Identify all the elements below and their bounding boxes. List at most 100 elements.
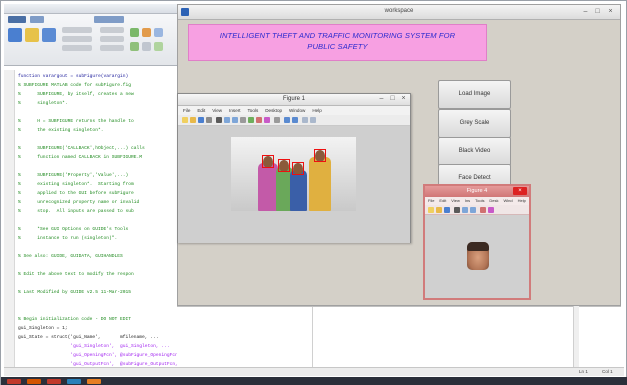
- code-line[interactable]: % Last Modified by GUIDE v2.5 11-Mar-201…: [18, 290, 131, 296]
- new-icon[interactable]: [8, 28, 22, 42]
- run-time-icon[interactable]: [154, 42, 163, 51]
- taskbar-app-icon[interactable]: [27, 379, 41, 384]
- code-line[interactable]: % SUBFIGURE MATLAB code for subFigure.fi…: [18, 83, 131, 89]
- code-line[interactable]: % applied to the GUI before subFigure: [18, 191, 134, 197]
- pointer-icon[interactable]: [454, 207, 460, 213]
- menu-insert[interactable]: Ins: [465, 197, 470, 205]
- print-button[interactable]: [62, 45, 92, 51]
- code-line[interactable]: % Edit the above text to modify the resp…: [18, 272, 134, 278]
- colorbar-icon[interactable]: [284, 117, 290, 123]
- code-line[interactable]: % *See GUI Options on GUIDE's Tools: [18, 227, 128, 233]
- advance-icon[interactable]: [142, 42, 151, 51]
- code-line[interactable]: % SUBFIGURE('CALLBACK',hObject,...) call…: [18, 146, 145, 152]
- menu-insert[interactable]: Insert: [229, 106, 241, 115]
- run-icon[interactable]: [130, 28, 139, 37]
- menu-view[interactable]: View: [451, 197, 460, 205]
- code-line[interactable]: % SUBFIGURE, by itself, creates a new: [18, 92, 134, 98]
- pan-icon[interactable]: [240, 117, 246, 123]
- maximize-icon[interactable]: □: [388, 95, 397, 103]
- pointer-icon[interactable]: [216, 117, 222, 123]
- menu-window[interactable]: Window: [289, 106, 305, 115]
- code-line[interactable]: % H = SUBFIGURE returns the handle to: [18, 119, 134, 125]
- taskbar-app-icon[interactable]: [67, 379, 81, 384]
- run-section-icon[interactable]: [130, 42, 139, 51]
- code-line[interactable]: % SUBFIGURE('Property','Value',...): [18, 173, 128, 179]
- close-icon[interactable]: ×: [513, 187, 527, 195]
- hide-tools-icon[interactable]: [302, 117, 308, 123]
- compare-button[interactable]: [62, 36, 92, 42]
- menu-tools[interactable]: Tools: [475, 197, 484, 205]
- open-icon[interactable]: [190, 117, 196, 123]
- code-line[interactable]: % function named CALLBACK in SUBFIGURE.M: [18, 155, 142, 161]
- code-line[interactable]: 'gui_OpeningFcn', @subFigure_OpeningFcn,…: [18, 353, 181, 359]
- menu-desktop[interactable]: Desktop: [265, 106, 282, 115]
- menu-desktop[interactable]: Desk: [489, 197, 498, 205]
- brush-icon[interactable]: [488, 207, 494, 213]
- menu-edit[interactable]: Edit: [197, 106, 205, 115]
- code-line[interactable]: % unrecognized property name or invalid: [18, 200, 139, 206]
- menu-help[interactable]: Help: [518, 197, 526, 205]
- code-line[interactable]: % instance to run (singleton)".: [18, 236, 117, 242]
- menu-tools[interactable]: Tools: [248, 106, 259, 115]
- menu-file[interactable]: File: [428, 197, 434, 205]
- close-icon[interactable]: ×: [399, 95, 408, 103]
- comment-button[interactable]: [100, 36, 124, 42]
- zoom-out-icon[interactable]: [470, 207, 476, 213]
- code-line[interactable]: % See also: GUIDE, GUIDATA, GUIHANDLES: [18, 254, 123, 260]
- maximize-icon[interactable]: □: [593, 8, 602, 16]
- link-icon[interactable]: [274, 117, 280, 123]
- command-window[interactable]: [177, 306, 621, 376]
- code-line[interactable]: % stop. All inputs are passed to sub: [18, 209, 134, 215]
- zoom-in-icon[interactable]: [224, 117, 230, 123]
- save-icon[interactable]: [42, 28, 56, 42]
- indent-button[interactable]: [100, 45, 124, 51]
- close-icon[interactable]: ×: [606, 8, 615, 16]
- grey-scale-button[interactable]: Grey Scale: [438, 109, 511, 138]
- code-line[interactable]: % Begin initialization code - DO NOT EDI…: [18, 317, 131, 323]
- code-editor[interactable]: function varargout = subFigure(varargin)…: [4, 70, 181, 376]
- menu-edit[interactable]: Edit: [439, 197, 446, 205]
- insert-button[interactable]: [100, 27, 124, 33]
- open-icon[interactable]: [436, 207, 442, 213]
- vertical-scrollbar[interactable]: [573, 306, 579, 368]
- toolstrip-tab[interactable]: [8, 16, 26, 23]
- print-icon[interactable]: [206, 117, 212, 123]
- code-line[interactable]: % the existing singleton*.: [18, 128, 103, 134]
- new-figure-icon[interactable]: [182, 117, 188, 123]
- breakpoint-icon[interactable]: [142, 28, 151, 37]
- show-tools-icon[interactable]: [310, 117, 316, 123]
- taskbar-app-icon[interactable]: [47, 379, 61, 384]
- code-line[interactable]: 'gui_Singleton', gui_Singleton, ...: [18, 344, 169, 350]
- taskbar-app-icon[interactable]: [87, 379, 101, 384]
- open-icon[interactable]: [25, 28, 39, 42]
- menu-help[interactable]: Help: [312, 106, 321, 115]
- code-line[interactable]: % existing singleton*. Starting from: [18, 182, 134, 188]
- code-line[interactable]: % singleton*.: [18, 101, 68, 107]
- code-line[interactable]: gui_State = struct('gui_Name', mfilename…: [18, 335, 159, 341]
- code-line[interactable]: function varargout = subFigure(varargin): [18, 74, 128, 80]
- legend-icon[interactable]: [292, 117, 298, 123]
- data-cursor-icon[interactable]: [480, 207, 486, 213]
- menu-view[interactable]: View: [212, 106, 222, 115]
- load-image-button[interactable]: Load Image: [438, 80, 511, 109]
- rotate-icon[interactable]: [248, 117, 254, 123]
- taskbar-app-icon[interactable]: [7, 379, 21, 384]
- new-figure-icon[interactable]: [428, 207, 434, 213]
- step-icon[interactable]: [154, 28, 163, 37]
- menu-file[interactable]: File: [183, 106, 190, 115]
- minimize-icon[interactable]: –: [581, 8, 590, 16]
- toolstrip-tab[interactable]: [30, 16, 44, 23]
- code-line[interactable]: gui_Singleton = 1;: [18, 326, 68, 332]
- save-icon[interactable]: [198, 117, 204, 123]
- zoom-out-icon[interactable]: [232, 117, 238, 123]
- find-files-button[interactable]: [62, 27, 92, 33]
- brush-icon[interactable]: [264, 117, 270, 123]
- menu-window[interactable]: Wind: [504, 197, 513, 205]
- minimize-icon[interactable]: –: [377, 95, 386, 103]
- save-icon[interactable]: [444, 207, 450, 213]
- data-cursor-icon[interactable]: [256, 117, 262, 123]
- pane-divider[interactable]: [312, 307, 313, 376]
- black-video-button[interactable]: Black Video: [438, 137, 511, 166]
- toolstrip-tab[interactable]: [94, 16, 124, 23]
- zoom-in-icon[interactable]: [462, 207, 468, 213]
